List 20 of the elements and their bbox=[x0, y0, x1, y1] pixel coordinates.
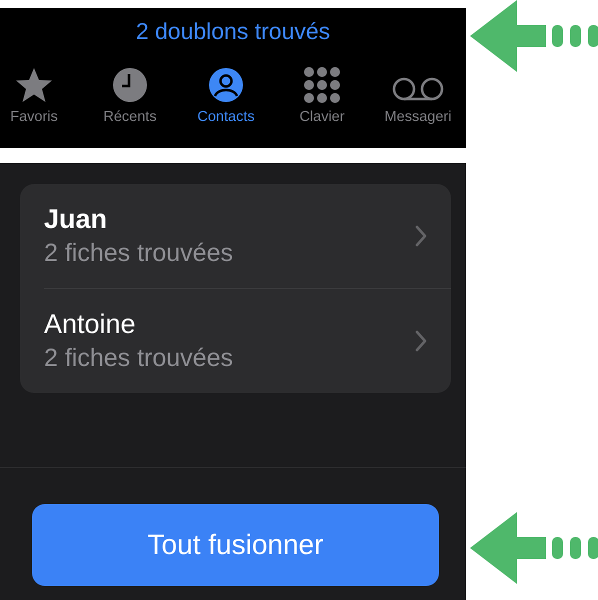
contact-name: Antoine bbox=[44, 309, 137, 340]
tab[interactable]: Contacts bbox=[178, 67, 274, 125]
voicemail-icon bbox=[392, 77, 444, 103]
tab[interactable]: Clavier bbox=[274, 67, 370, 125]
tab[interactable]: Récents bbox=[82, 67, 178, 125]
star-icon bbox=[15, 67, 53, 103]
chevron-icon[interactable] bbox=[415, 330, 427, 352]
person-icon bbox=[208, 67, 244, 103]
arrow-icon bbox=[470, 512, 598, 584]
records-count: 2 fiches trouvées bbox=[44, 344, 234, 373]
records-count: 2 fiches trouvées bbox=[44, 239, 234, 268]
tab[interactable]: Messageri bbox=[370, 67, 466, 125]
keypad-icon bbox=[304, 67, 340, 103]
clock-icon bbox=[112, 67, 148, 103]
contact-name: Juan bbox=[44, 204, 108, 235]
tab[interactable]: Favoris bbox=[0, 67, 82, 125]
arrow-icon bbox=[470, 0, 598, 72]
merge-all-button[interactable]: Tout fusionner bbox=[32, 504, 439, 586]
chevron-icon[interactable] bbox=[415, 225, 427, 247]
duplicates-title: 2 doublons trouvés bbox=[136, 18, 330, 45]
